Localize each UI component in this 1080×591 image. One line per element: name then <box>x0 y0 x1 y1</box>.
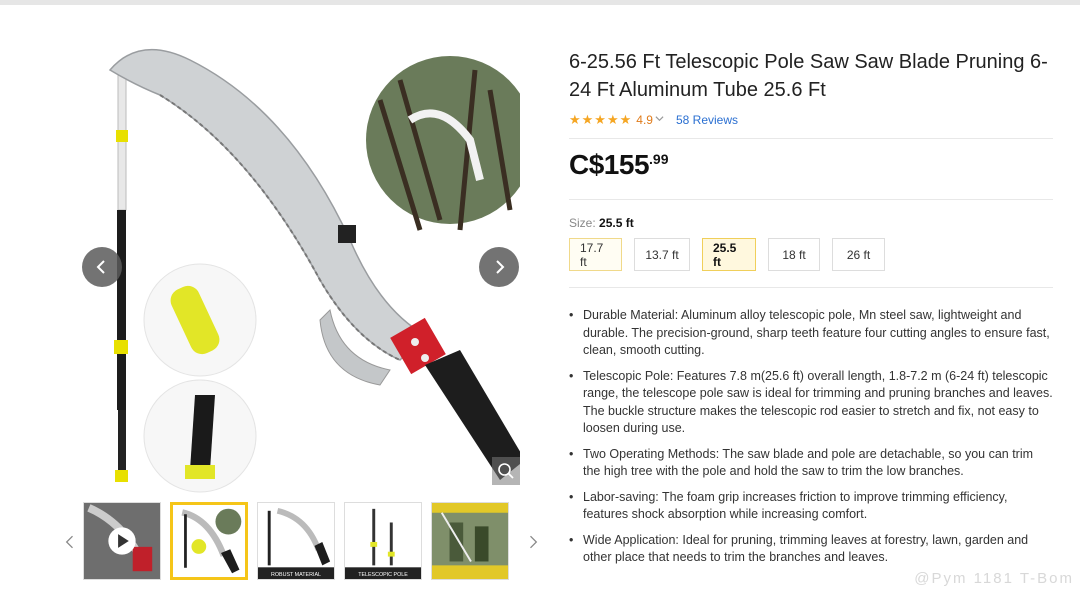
thumbnail-5-image <box>432 503 508 579</box>
feature-item: Labor-saving: The foam grip increases fr… <box>569 489 1053 524</box>
size-label-text: Size: <box>569 216 596 230</box>
size-selected-value: 25.5 ft <box>599 216 634 230</box>
thumbnail-3-image: ROBUST MATERIAL <box>258 503 334 579</box>
thumbnail-4[interactable]: TELESCOPIC POLE <box>344 502 422 580</box>
divider <box>569 138 1053 139</box>
feature-item: Telescopic Pole: Features 7.8 m(25.6 ft)… <box>569 368 1053 438</box>
feature-item: Durable Material: Aluminum alloy telesco… <box>569 307 1053 360</box>
thumb-next-arrow[interactable] <box>525 532 541 552</box>
divider <box>569 287 1053 288</box>
chevron-left-icon <box>65 535 73 549</box>
magnifier-icon <box>498 463 514 479</box>
gallery-next-button[interactable] <box>479 247 519 287</box>
size-option-17-7ft[interactable]: 17.7 ft <box>569 238 622 271</box>
product-gallery <box>60 30 540 500</box>
chevron-right-icon <box>530 535 538 549</box>
size-option-26ft[interactable]: 26 ft <box>832 238 885 271</box>
thumbnail-video-image <box>84 503 160 579</box>
thumbnail-video[interactable] <box>83 502 161 580</box>
watermark: @Pym 1181 T-Bom <box>914 570 1074 587</box>
thumbnail-5[interactable] <box>431 502 509 580</box>
divider <box>569 199 1053 200</box>
reviews-link[interactable]: 58 Reviews <box>676 113 738 127</box>
feature-item: Wide Application: Ideal for pruning, tri… <box>569 532 1053 567</box>
star-rating-icons: ★★★★★ <box>569 112 633 127</box>
thumbnail-3[interactable]: ROBUST MATERIAL <box>257 502 335 580</box>
thumbnail-3-caption: ROBUST MATERIAL <box>271 572 321 578</box>
rating-value[interactable]: 4.9 <box>636 113 653 127</box>
zoom-button[interactable] <box>492 457 520 485</box>
feature-item: Two Operating Methods: The saw blade and… <box>569 446 1053 481</box>
top-divider-bar <box>0 0 1080 5</box>
chevron-down-icon[interactable] <box>655 114 664 126</box>
size-option-13-7ft[interactable]: 13.7 ft <box>634 238 690 271</box>
thumb-prev-arrow[interactable] <box>62 532 78 552</box>
thumbnail-strip: ROBUST MATERIAL TELESCOPIC POLE <box>60 502 550 582</box>
thumbnail-2[interactable] <box>170 502 248 580</box>
size-option-18ft[interactable]: 18 ft <box>768 238 820 271</box>
product-title: 6-25.56 Ft Telescopic Pole Saw Saw Blade… <box>569 51 1048 101</box>
rating-row: ★★★★★ 4.9 58 Reviews <box>569 112 1053 128</box>
size-label: Size: 25.5 ft <box>569 216 1053 230</box>
thumbnail-4-caption: TELESCOPIC POLE <box>358 572 408 578</box>
gallery-prev-button[interactable] <box>82 247 122 287</box>
chevron-left-icon <box>96 260 105 274</box>
main-product-image[interactable] <box>80 40 520 500</box>
feature-list: Durable Material: Aluminum alloy telesco… <box>569 307 1053 567</box>
thumbnail-4-image: TELESCOPIC POLE <box>345 503 421 579</box>
size-option-25-5ft[interactable]: 25.5 ft <box>702 238 756 271</box>
price-cents: .99 <box>649 151 669 167</box>
price: C$155 .99 <box>569 149 1053 189</box>
chevron-right-icon <box>496 260 505 274</box>
product-info-panel: 6-25.56 Ft Telescopic Pole Saw Saw Blade… <box>569 48 1053 575</box>
thumbnail-2-image <box>173 505 245 577</box>
price-main: C$155 <box>569 149 650 180</box>
size-options: 17.7 ft 13.7 ft 25.5 ft 18 ft 26 ft <box>569 238 1053 271</box>
